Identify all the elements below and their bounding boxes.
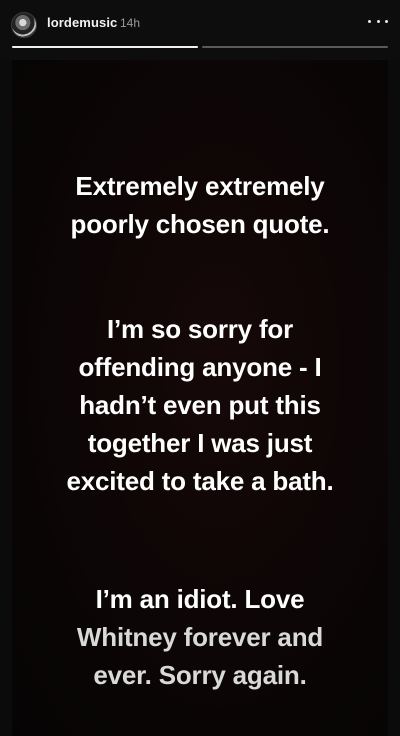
story-text-line: hadn’t even put this [79,390,321,420]
progress-segment [202,46,388,48]
story-paragraph: Extremely extremely poorly chosen quote. [12,167,388,243]
story-header: lordemusic 14h [0,0,400,60]
story-paragraph: I’m an idiot. Love Whitney forever and e… [12,580,388,694]
story-text-line: together I was just [87,428,313,458]
story-text-line: I’m so sorry for [106,314,294,344]
story-text-line: I’m an idiot. Love [95,584,305,614]
progress-segment [12,46,198,48]
more-horizontal-icon-dot [385,19,388,23]
story-progress-bar [12,46,388,48]
story-text-line: poorly chosen quote. [70,209,330,239]
username[interactable]: lordemusic [47,15,117,30]
story-viewer[interactable]: lordemusic 14h Extremely extremely poorl… [0,0,400,736]
story-text-line: Extremely extremely [75,171,325,201]
more-options-button[interactable] [368,14,388,28]
progress-segment-fill [12,46,198,48]
story-paragraph: I’m so sorry for offending anyone - I ha… [12,310,388,500]
story-text-line: ever. Sorry again. [93,660,307,690]
story-text-line: excited to take a bath. [66,466,334,496]
more-horizontal-icon-dot [376,19,380,23]
story-text-line: offending anyone - I [78,352,322,382]
timestamp: 14h [120,16,141,30]
more-horizontal-icon [368,19,371,23]
avatar[interactable] [11,12,37,38]
story-content[interactable]: Extremely extremely poorly chosen quote.… [12,60,388,736]
story-text-line: Whitney forever and [76,622,324,652]
